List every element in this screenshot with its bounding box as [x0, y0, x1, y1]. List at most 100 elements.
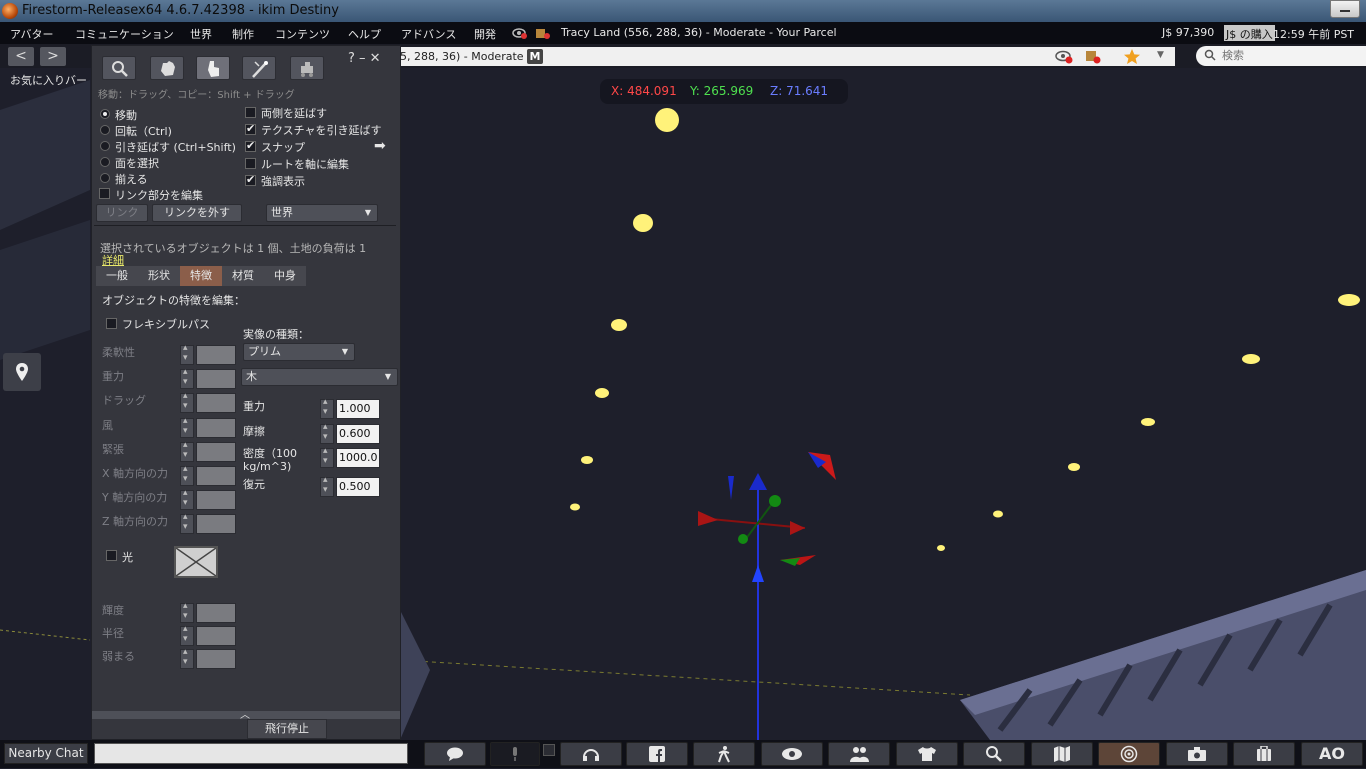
restitution-spinner[interactable]	[320, 475, 334, 497]
grab-tool-button[interactable]	[150, 56, 184, 80]
gravity-field[interactable]: 1.000	[336, 399, 380, 419]
flex-gravity-field[interactable]	[196, 369, 236, 389]
menu-communication[interactable]: コミュニケーション	[75, 26, 174, 42]
parcel-status-icons[interactable]	[512, 26, 556, 40]
snapshot-button[interactable]	[1166, 742, 1228, 766]
nearby-chat-button[interactable]: Nearby Chat	[4, 743, 88, 764]
menu-help[interactable]: ヘルプ	[348, 26, 381, 42]
appearance-button[interactable]	[896, 742, 958, 766]
menu-avatar[interactable]: アバター	[10, 26, 54, 42]
flex-wind-field[interactable]	[196, 418, 236, 438]
menu-world[interactable]: 世界	[190, 26, 212, 42]
back-button[interactable]: <	[8, 47, 34, 66]
chat-input[interactable]	[94, 743, 408, 764]
light-falloff-field[interactable]	[196, 649, 236, 669]
parcel-location[interactable]: Tracy Land (556, 288, 36) - Moderate - Y…	[561, 26, 837, 39]
window-controls[interactable]: ? – ✕	[348, 51, 381, 66]
view-button[interactable]	[761, 742, 823, 766]
edit-root-axis-checkbox[interactable]	[245, 158, 256, 169]
density-field[interactable]: 1000.0	[336, 448, 380, 468]
light-intensity-spinner[interactable]	[180, 601, 194, 623]
move-radio[interactable]	[100, 109, 110, 119]
focus-tool-button[interactable]	[102, 56, 136, 80]
flex-tension-spinner[interactable]	[180, 440, 194, 462]
stretch-textures-checkbox[interactable]	[245, 122, 256, 135]
flex-force-x-field[interactable]	[196, 466, 236, 486]
search-input[interactable]	[1222, 48, 1352, 63]
stop-flying-button[interactable]: 飛行停止	[247, 719, 327, 739]
location-dropdown-icon[interactable]: ▼	[1157, 50, 1164, 60]
rotate-radio[interactable]	[100, 125, 110, 135]
create-tool-button[interactable]	[242, 56, 276, 80]
search-button[interactable]	[963, 742, 1025, 766]
tab-object[interactable]: 形状	[138, 266, 180, 286]
material-dropdown[interactable]: 木 ▼	[241, 368, 398, 386]
flex-softness-field[interactable]	[196, 345, 236, 365]
floater-collapse-bar[interactable]: ︿	[92, 710, 400, 721]
world-map-button[interactable]	[1031, 742, 1093, 766]
chat-button[interactable]	[424, 742, 486, 766]
flex-wind-spinner[interactable]	[180, 416, 194, 438]
see-avatars-icon[interactable]	[1055, 49, 1075, 64]
flex-force-z-spinner[interactable]	[180, 512, 194, 534]
flex-drag-spinner[interactable]	[180, 391, 194, 413]
light-checkbox[interactable]	[106, 550, 117, 561]
menu-advanced[interactable]: アドバンス	[401, 26, 456, 42]
align-radio[interactable]	[100, 173, 110, 183]
menu-content[interactable]: コンテンツ	[275, 26, 330, 42]
minimize-button[interactable]	[1330, 0, 1360, 18]
flex-gravity-spinner[interactable]	[180, 367, 194, 389]
restitution-field[interactable]: 0.500	[336, 477, 380, 497]
tab-general[interactable]: 一般	[96, 266, 138, 286]
stretch-radio[interactable]	[100, 141, 110, 151]
edit-tool-button[interactable]	[196, 56, 230, 80]
places-button[interactable]	[3, 353, 41, 391]
friction-spinner[interactable]	[320, 422, 334, 444]
search-box[interactable]	[1196, 46, 1366, 66]
tab-content[interactable]: 中身	[264, 266, 306, 286]
gravity-spinner[interactable]	[320, 397, 334, 419]
flex-drag-field[interactable]	[196, 393, 236, 413]
density-spinner[interactable]	[320, 446, 334, 468]
voice-button[interactable]	[490, 742, 540, 766]
forward-button[interactable]: >	[40, 47, 66, 66]
tab-texture[interactable]: 材質	[222, 266, 264, 286]
voice-toggle-checkbox[interactable]	[543, 744, 555, 756]
light-radius-spinner[interactable]	[180, 624, 194, 646]
buy-currency-button[interactable]: J$ の購入	[1224, 25, 1275, 41]
animation-overrider-button[interactable]: AO	[1301, 742, 1363, 766]
menu-build[interactable]: 制作	[232, 26, 254, 42]
flex-force-y-spinner[interactable]	[180, 488, 194, 510]
land-tool-button[interactable]	[290, 56, 324, 80]
build-status-icon[interactable]	[1083, 49, 1103, 64]
stretch-both-checkbox[interactable]	[245, 107, 256, 118]
light-intensity-field[interactable]	[196, 603, 236, 623]
movement-button[interactable]	[693, 742, 755, 766]
favorites-bar[interactable]: お気に入りバー	[10, 72, 87, 88]
flex-force-z-field[interactable]	[196, 514, 236, 534]
physics-type-dropdown[interactable]: プリム ▼	[243, 343, 355, 361]
flexible-checkbox[interactable]	[106, 318, 117, 329]
friction-field[interactable]: 0.600	[336, 424, 380, 444]
tab-features[interactable]: 特徴	[180, 266, 222, 286]
people-button[interactable]	[828, 742, 890, 766]
location-field[interactable]: 5, 288, 36) - Moderate M ▼	[395, 47, 1175, 66]
flex-force-x-spinner[interactable]	[180, 464, 194, 486]
inventory-button[interactable]	[1233, 742, 1295, 766]
unlink-button[interactable]: リンクを外す	[152, 204, 242, 222]
ruler-mode-dropdown[interactable]: 世界 ▼	[266, 204, 378, 222]
select-face-radio[interactable]	[100, 157, 110, 167]
menu-develop[interactable]: 開発	[474, 26, 496, 42]
light-color-swatch[interactable]	[174, 546, 218, 578]
flex-softness-spinner[interactable]	[180, 343, 194, 365]
flex-force-y-field[interactable]	[196, 490, 236, 510]
light-radius-field[interactable]	[196, 626, 236, 646]
snap-checkbox[interactable]	[245, 139, 256, 152]
speak-button[interactable]	[560, 742, 622, 766]
link-button[interactable]: リンク	[96, 204, 148, 222]
facebook-button[interactable]	[626, 742, 688, 766]
highlight-checkbox[interactable]	[245, 173, 256, 186]
build-button[interactable]	[1098, 742, 1160, 766]
edit-linked-checkbox[interactable]	[99, 188, 110, 199]
light-falloff-spinner[interactable]	[180, 647, 194, 669]
